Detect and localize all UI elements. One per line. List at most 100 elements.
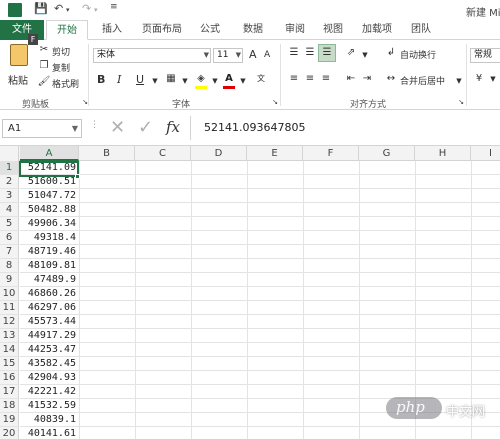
tab-team[interactable]: 团队 [404, 20, 438, 40]
row-header[interactable]: 9 [0, 273, 19, 287]
row-header[interactable]: 19 [0, 413, 19, 427]
align-left-icon[interactable]: ≡ [287, 72, 301, 86]
column-header-b[interactable]: B [79, 146, 135, 161]
enter-icon[interactable]: ✓ [138, 117, 153, 138]
column-header-c[interactable]: C [135, 146, 191, 161]
row-header[interactable]: 18 [0, 399, 19, 413]
cell-a[interactable]: 49906.34 [20, 217, 78, 231]
format-painter-icon[interactable]: 🖌 [37, 75, 51, 89]
more-options-icon[interactable]: ⋮ [90, 120, 99, 130]
font-size-select[interactable]: 11 ▼ [213, 48, 243, 63]
align-bottom-button[interactable]: ☰ [318, 44, 336, 62]
tab-home[interactable]: 开始 [46, 20, 88, 40]
cancel-icon[interactable]: ✕ [110, 117, 125, 138]
select-all-corner[interactable] [0, 146, 19, 161]
orientation-icon[interactable]: ⇗ [344, 46, 358, 60]
wrap-text-icon[interactable]: ↲ [384, 46, 398, 60]
row-header[interactable]: 3 [0, 189, 19, 203]
fill-handle[interactable] [75, 174, 80, 179]
cell-a[interactable]: 43582.45 [20, 357, 78, 371]
cut-button[interactable]: 剪切 [52, 45, 70, 58]
row-header[interactable]: 1 [0, 161, 19, 175]
tab-review[interactable]: 审阅 [278, 20, 312, 40]
undo-dropdown-icon[interactable]: ▾ [66, 6, 70, 14]
row-header[interactable]: 14 [0, 343, 19, 357]
cell-a[interactable]: 48109.81 [20, 259, 78, 273]
chevron-down-icon[interactable]: ▼ [452, 74, 466, 88]
cell-a[interactable]: 47489.9 [20, 273, 78, 287]
row-header[interactable]: 8 [0, 259, 19, 273]
cell-a[interactable]: 44253.47 [20, 343, 78, 357]
underline-button[interactable]: U [136, 73, 144, 86]
row-header[interactable]: 10 [0, 287, 19, 301]
align-right-icon[interactable]: ≡ [319, 72, 333, 86]
column-header-g[interactable]: G [359, 146, 415, 161]
column-header-h[interactable]: H [415, 146, 471, 161]
customize-quick-access-icon[interactable]: ≡ [110, 2, 118, 12]
merge-center-icon[interactable]: ↔ [384, 72, 398, 86]
chevron-down-icon[interactable]: ▼ [178, 74, 192, 88]
copy-button[interactable]: 复制 [52, 61, 70, 74]
cell-a[interactable]: 44917.29 [20, 329, 78, 343]
row-header[interactable]: 20 [0, 427, 19, 439]
redo-dropdown-icon[interactable]: ▾ [94, 6, 98, 14]
chevron-down-icon[interactable]: ▼ [486, 72, 500, 86]
tab-insert[interactable]: 插入 [92, 20, 132, 40]
fill-color-icon[interactable]: ◈ [194, 72, 208, 86]
cell-a[interactable]: 42221.42 [20, 385, 78, 399]
cell-a[interactable]: 50482.88 [20, 203, 78, 217]
copy-icon[interactable]: ❐ [37, 59, 51, 73]
row-header[interactable]: 12 [0, 315, 19, 329]
cell-a[interactable]: 48719.46 [20, 245, 78, 259]
column-header-e[interactable]: E [247, 146, 303, 161]
currency-icon[interactable]: ¥ [472, 72, 486, 86]
grow-font-button[interactable]: A [249, 48, 257, 61]
row-header[interactable]: 17 [0, 385, 19, 399]
column-header-i[interactable]: I [471, 146, 500, 161]
save-icon[interactable]: 💾 [34, 2, 48, 15]
undo-icon[interactable]: ↶ [54, 2, 63, 15]
tab-data[interactable]: 数据 [236, 20, 270, 40]
row-header[interactable]: 4 [0, 203, 19, 217]
italic-button[interactable]: I [117, 73, 121, 86]
cell-a[interactable]: 46860.26 [20, 287, 78, 301]
tab-page-layout[interactable]: 页面布局 [134, 20, 190, 40]
cell-a[interactable]: 41532.59 [20, 399, 78, 413]
format-painter-button[interactable]: 格式刷 [52, 77, 79, 90]
row-header[interactable]: 15 [0, 357, 19, 371]
tab-view[interactable]: 视图 [316, 20, 350, 40]
tab-add-ins[interactable]: 加载项 [356, 20, 398, 40]
row-header[interactable]: 5 [0, 217, 19, 231]
cell-a[interactable]: 49318.4 [20, 231, 78, 245]
align-middle-icon[interactable]: ☰ [303, 46, 317, 60]
paste-button[interactable]: 粘贴 [6, 44, 32, 88]
shrink-font-button[interactable]: A [264, 50, 270, 60]
cell-a[interactable]: 46297.06 [20, 301, 78, 315]
align-top-icon[interactable]: ☰ [287, 46, 301, 60]
clipboard-launcher-icon[interactable]: ↘ [78, 95, 92, 109]
row-header[interactable]: 13 [0, 329, 19, 343]
name-box[interactable]: A1 ▼ [2, 119, 82, 138]
increase-indent-icon[interactable]: ⇥ [360, 72, 374, 86]
row-header[interactable]: 7 [0, 245, 19, 259]
merge-center-button[interactable]: 合并后居中 [400, 74, 445, 87]
cell-a[interactable]: 51047.72 [20, 189, 78, 203]
row-header[interactable]: 2 [0, 175, 19, 189]
font-name-select[interactable]: 宋体 ▼ [93, 48, 211, 63]
chevron-down-icon[interactable]: ▼ [208, 74, 222, 88]
cell-a[interactable]: 42904.93 [20, 371, 78, 385]
cell-a[interactable]: 40839.1 [20, 413, 78, 427]
redo-icon[interactable]: ↷ [82, 2, 91, 15]
row-header[interactable]: 6 [0, 231, 19, 245]
chevron-down-icon[interactable]: ▼ [148, 74, 162, 88]
column-header-a[interactable]: A [20, 146, 79, 161]
align-center-icon[interactable]: ≡ [303, 72, 317, 86]
wrap-text-button[interactable]: 自动换行 [400, 48, 436, 61]
scissors-icon[interactable]: ✂ [37, 43, 51, 57]
tab-formulas[interactable]: 公式 [192, 20, 228, 40]
chevron-down-icon[interactable]: ▼ [358, 48, 372, 62]
cell-a[interactable]: 51600.51 [20, 175, 78, 189]
decrease-indent-icon[interactable]: ⇤ [344, 72, 358, 86]
chevron-down-icon[interactable]: ▼ [236, 74, 250, 88]
row-header[interactable]: 11 [0, 301, 19, 315]
